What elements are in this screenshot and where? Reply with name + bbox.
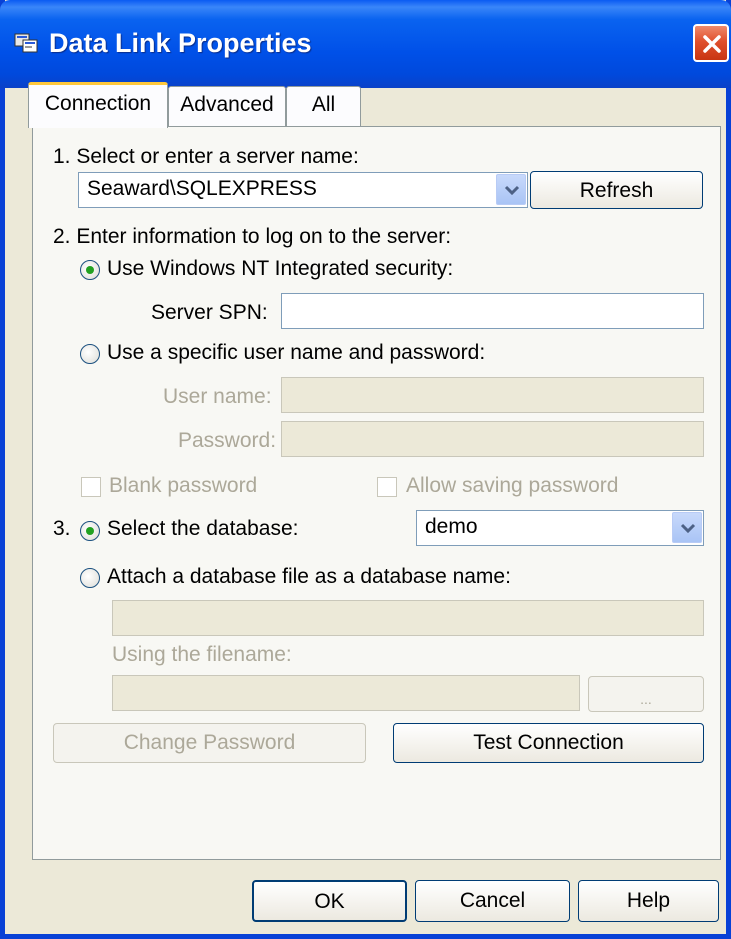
- ok-button[interactable]: OK: [252, 880, 407, 922]
- step2-label: 2. Enter information to log on to the se…: [53, 225, 452, 248]
- radio-selected-dot: [86, 527, 94, 535]
- filename-field[interactable]: [112, 675, 580, 711]
- blank-password-checkbox[interactable]: [81, 477, 101, 497]
- data-link-icon: [14, 33, 38, 53]
- nt-security-radio[interactable]: [80, 260, 100, 280]
- refresh-label: Refresh: [579, 179, 654, 202]
- tab-all-label: All: [311, 93, 336, 116]
- server-dropdown-button[interactable]: [496, 174, 526, 205]
- step3-prefix: 3.: [53, 517, 71, 540]
- nt-security-label[interactable]: Use Windows NT Integrated security:: [107, 257, 453, 281]
- window-title: Data Link Properties: [49, 28, 312, 58]
- server-spn-field[interactable]: [281, 293, 704, 329]
- attach-database-label[interactable]: Attach a database file as a database nam…: [107, 565, 511, 589]
- tab-advanced[interactable]: Advanced: [168, 86, 286, 126]
- attach-database-radio[interactable]: [80, 568, 100, 588]
- test-connection-label: Test Connection: [473, 731, 624, 754]
- step1-label: 1. Select or enter a server name:: [53, 145, 359, 168]
- specific-user-label[interactable]: Use a specific user name and password:: [107, 341, 485, 365]
- server-spn-label: Server SPN:: [151, 301, 268, 324]
- tab-connection-label: Connection: [44, 92, 152, 115]
- allow-saving-label[interactable]: Allow saving password: [406, 474, 618, 498]
- connection-tab-panel: 1. Select or enter a server name: Seawar…: [32, 126, 721, 860]
- data-link-properties-dialog: Data Link Properties Connection Advanced…: [0, 0, 731, 939]
- tab-connection[interactable]: Connection: [28, 82, 168, 128]
- help-label: Help: [626, 889, 671, 912]
- radio-selected-dot: [86, 266, 94, 274]
- refresh-button[interactable]: Refresh: [530, 171, 703, 209]
- close-icon: [703, 35, 721, 53]
- password-label: Password:: [178, 429, 277, 452]
- select-database-label[interactable]: Select the database:: [107, 517, 298, 541]
- cancel-label: Cancel: [459, 889, 526, 912]
- password-field[interactable]: [281, 421, 704, 457]
- help-button[interactable]: Help: [578, 880, 719, 922]
- database-value: demo: [425, 515, 478, 538]
- username-field[interactable]: [281, 377, 704, 413]
- server-name-combo[interactable]: Seaward\SQLEXPRESS: [78, 172, 528, 208]
- ok-label: OK: [314, 890, 345, 913]
- close-button[interactable]: [693, 24, 729, 62]
- test-connection-button[interactable]: Test Connection: [393, 723, 704, 763]
- browse-label: ...: [640, 691, 652, 707]
- database-name-field[interactable]: [112, 600, 704, 636]
- tab-advanced-label: Advanced: [180, 93, 274, 116]
- allow-saving-checkbox[interactable]: [377, 477, 397, 497]
- select-database-radio[interactable]: [80, 521, 100, 541]
- blank-password-label[interactable]: Blank password: [109, 474, 257, 498]
- filename-label: Using the filename:: [112, 643, 292, 666]
- tab-all[interactable]: All: [286, 86, 361, 126]
- specific-user-radio[interactable]: [80, 344, 100, 364]
- database-combo[interactable]: demo: [416, 510, 704, 546]
- title-bar[interactable]: Data Link Properties: [0, 0, 731, 88]
- chevron-down-icon: [680, 523, 696, 534]
- chevron-down-icon: [504, 185, 520, 196]
- database-dropdown-button[interactable]: [672, 512, 702, 543]
- browse-button[interactable]: ...: [588, 676, 704, 712]
- server-name-value: Seaward\SQLEXPRESS: [87, 177, 317, 200]
- change-password-label: Change Password: [123, 731, 296, 754]
- username-label: User name:: [163, 385, 272, 408]
- cancel-button[interactable]: Cancel: [415, 880, 570, 922]
- change-password-button[interactable]: Change Password: [53, 723, 366, 763]
